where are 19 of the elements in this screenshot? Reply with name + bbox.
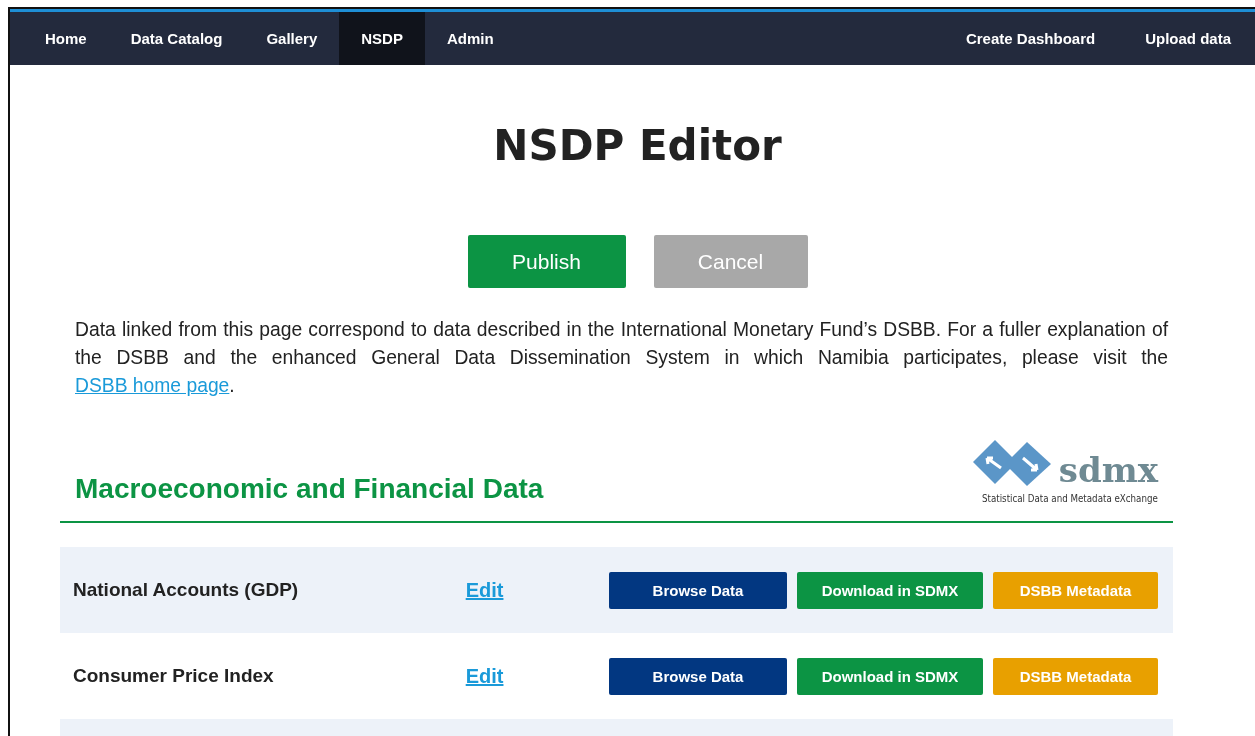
nav-tab[interactable]: Upload data xyxy=(1120,12,1255,65)
intro-paragraph: Data linked from this page correspond to data described in the International Monetary Fund’s DSBB. For a fuller explanation of the DSBB and the enhanced General Data Dissemination System in which Namibia participates, please visit the DSBB home page. xyxy=(75,318,1168,398)
dataset-name: National Accounts (GDP) xyxy=(73,579,300,601)
logo-tagline: Statistical Data and Metadata eXchange xyxy=(982,492,1158,505)
dataset-name: Consumer Price Index xyxy=(73,665,275,687)
logo-wordmark: sdmx xyxy=(1058,452,1158,488)
publish-button[interactable]: Publish xyxy=(467,235,626,288)
browse-data-button[interactable]: Browse Data xyxy=(609,657,787,695)
download-button[interactable]: Download in SDMX xyxy=(797,657,983,695)
nav-tab[interactable]: Home xyxy=(10,12,109,65)
nav-tab[interactable]: Admin xyxy=(424,12,516,65)
nav-tab[interactable]: NSDP xyxy=(339,12,425,65)
nav-tab[interactable]: Gallery xyxy=(244,12,340,65)
nav-tab[interactable]: Data Catalog xyxy=(108,12,245,65)
browse-data-button[interactable]: Browse Data xyxy=(609,571,787,609)
section-heading: Macroeconomic and Financial Data xyxy=(75,473,544,505)
page-title: NSDP Editor xyxy=(492,121,783,171)
download-button[interactable]: Download in SDMX xyxy=(797,571,983,609)
nav-tab[interactable]: Create Dashboard xyxy=(940,12,1121,65)
